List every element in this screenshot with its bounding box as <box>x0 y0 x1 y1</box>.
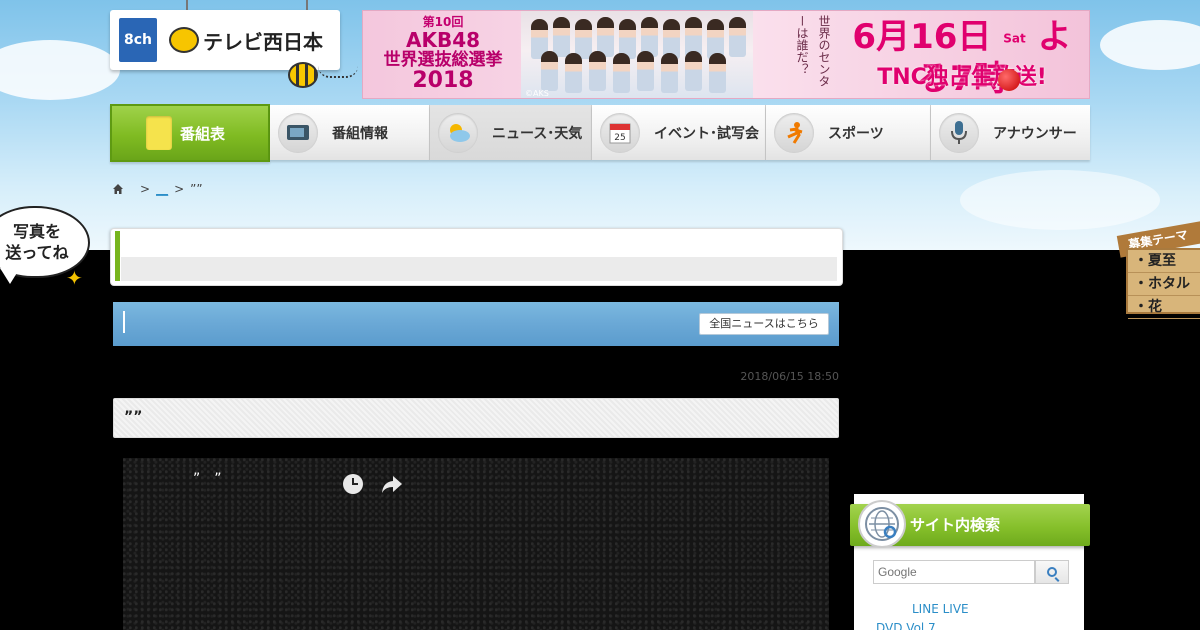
section-accent-line <box>123 311 125 333</box>
nav-item-program-info[interactable]: 番組情報 <box>270 105 430 160</box>
photo-person <box>709 53 726 93</box>
nav-item-events[interactable]: 25 イベント･試写会 <box>592 105 766 160</box>
cloud <box>960 170 1160 230</box>
title-accent-bar <box>115 231 120 281</box>
photo-credit: ©AKS <box>525 89 549 98</box>
video-title: ” ” <box>193 471 222 487</box>
sign-item: ・花 <box>1128 296 1200 319</box>
article-timestamp: 2018/06/15 18:50 <box>740 370 839 383</box>
nav-label: 番組表 <box>180 124 226 143</box>
site-search-header: サイト内検索 <box>850 500 1090 548</box>
calendar-icon: 25 <box>600 112 640 153</box>
breadcrumb: > __ > ”” <box>112 180 203 198</box>
sign-item: ・夏至 <box>1128 250 1200 273</box>
photo-person <box>613 53 630 93</box>
bubble-line2: 送ってね <box>5 243 69 262</box>
banner-question: 世界のセンターは誰だ？ <box>795 15 831 87</box>
sign-item: ・ホタル <box>1128 273 1200 296</box>
mascot-face-icon <box>169 27 199 53</box>
watch-later-icon[interactable] <box>343 474 363 494</box>
bee-mascot-icon <box>288 62 318 88</box>
home-icon[interactable] <box>112 183 124 195</box>
cherry-icon <box>998 69 1020 91</box>
title-lower <box>121 257 837 281</box>
nav-item-sports[interactable]: スポーツ <box>766 105 931 160</box>
logo-hanger <box>186 0 188 10</box>
title-upper <box>121 231 837 257</box>
nav-item-announcers[interactable]: アナウンサー <box>931 105 1090 160</box>
banner-subtitle: TNC独占生放送! <box>877 65 1047 90</box>
microphone-icon <box>939 112 979 153</box>
main-nav: 番組表 番組情報 ニュース･天気 25 イベント･試写会 スポーツ アナウンサー <box>110 104 1090 162</box>
document-icon <box>146 116 172 150</box>
bee-trail <box>318 66 358 78</box>
breadcrumb-current: ”” <box>190 182 203 196</box>
banner-group-photo: ©AKS <box>521 11 753 98</box>
breadcrumb-separator: > <box>140 182 151 196</box>
runner-icon <box>774 112 814 153</box>
theme-sign[interactable]: 募集テーマ ・夏至 ・ホタル ・花 <box>1116 220 1200 319</box>
nav-label: イベント･試写会 <box>654 125 759 142</box>
globe-icon <box>865 507 899 541</box>
breadcrumb-separator: > <box>174 182 185 196</box>
cloud <box>1100 20 1200 70</box>
photo-person <box>565 53 582 93</box>
photo-person <box>553 17 570 57</box>
calendar-day: 25 <box>614 133 625 143</box>
banner-date-day: 6月16日 <box>852 17 992 57</box>
bubble-line1: 写真を <box>12 222 61 241</box>
site-search-title: サイト内検索 <box>910 516 1001 534</box>
search-button[interactable] <box>1035 560 1069 584</box>
channel-badge: 8ch <box>119 18 157 62</box>
page-title-box <box>110 228 843 286</box>
station-name: テレビ西日本 <box>203 29 323 54</box>
sparkle-icon: ✦ <box>66 266 83 290</box>
banner-title: 第10回 AKB48 世界選抜総選挙 2018 <box>367 13 519 97</box>
article-headline-box: ”” <box>113 398 839 438</box>
sidebar-link-dvd[interactable]: DVD Vol.7 <box>876 621 936 630</box>
banner-line1: AKB48 <box>405 28 481 52</box>
tv-icon <box>278 112 318 153</box>
photo-person <box>685 51 702 91</box>
nav-label: アナウンサー <box>993 125 1077 142</box>
article-headline: ”” <box>124 409 143 425</box>
weather-icon <box>438 112 478 153</box>
nav-label: スポーツ <box>828 125 884 142</box>
banner-year: 2018 <box>412 68 474 93</box>
sign-board: ・夏至 ・ホタル ・花 <box>1126 248 1200 319</box>
nav-label: ニュース･天気 <box>492 125 583 142</box>
video-player[interactable]: ” ” <box>123 458 829 630</box>
globe-search-icon <box>858 500 906 548</box>
breadcrumb-link[interactable]: __ <box>156 182 168 196</box>
photo-person <box>637 51 654 91</box>
photo-person <box>661 53 678 93</box>
nav-label: 番組情報 <box>332 125 388 142</box>
site-logo[interactable]: 8ch テレビ西日本 <box>110 10 340 70</box>
share-icon[interactable] <box>381 474 405 494</box>
nav-item-program-guide[interactable]: 番組表 <box>110 104 270 162</box>
nav-item-news-weather[interactable]: ニュース･天気 <box>430 105 592 160</box>
banner-weekday: Sat <box>1003 31 1026 46</box>
bubble-tail <box>0 268 20 284</box>
photo-person <box>729 17 746 57</box>
sidebar-link-line-live[interactable]: LINE LIVE <box>912 602 969 616</box>
search-icon <box>1047 567 1057 577</box>
photo-person <box>541 51 558 91</box>
news-section-bar: 全国ニュースはこちら <box>113 302 839 346</box>
akb-election-banner[interactable]: 第10回 AKB48 世界選抜総選挙 2018 ©AKS 世界のセンターは誰だ？… <box>362 10 1090 99</box>
cloud <box>0 40 120 100</box>
photo-person <box>589 51 606 91</box>
logo-hanger <box>306 0 308 10</box>
banner-line2: 世界選抜総選挙 <box>383 50 503 70</box>
site-search-input[interactable] <box>873 560 1035 584</box>
national-news-button[interactable]: 全国ニュースはこちら <box>699 313 829 335</box>
